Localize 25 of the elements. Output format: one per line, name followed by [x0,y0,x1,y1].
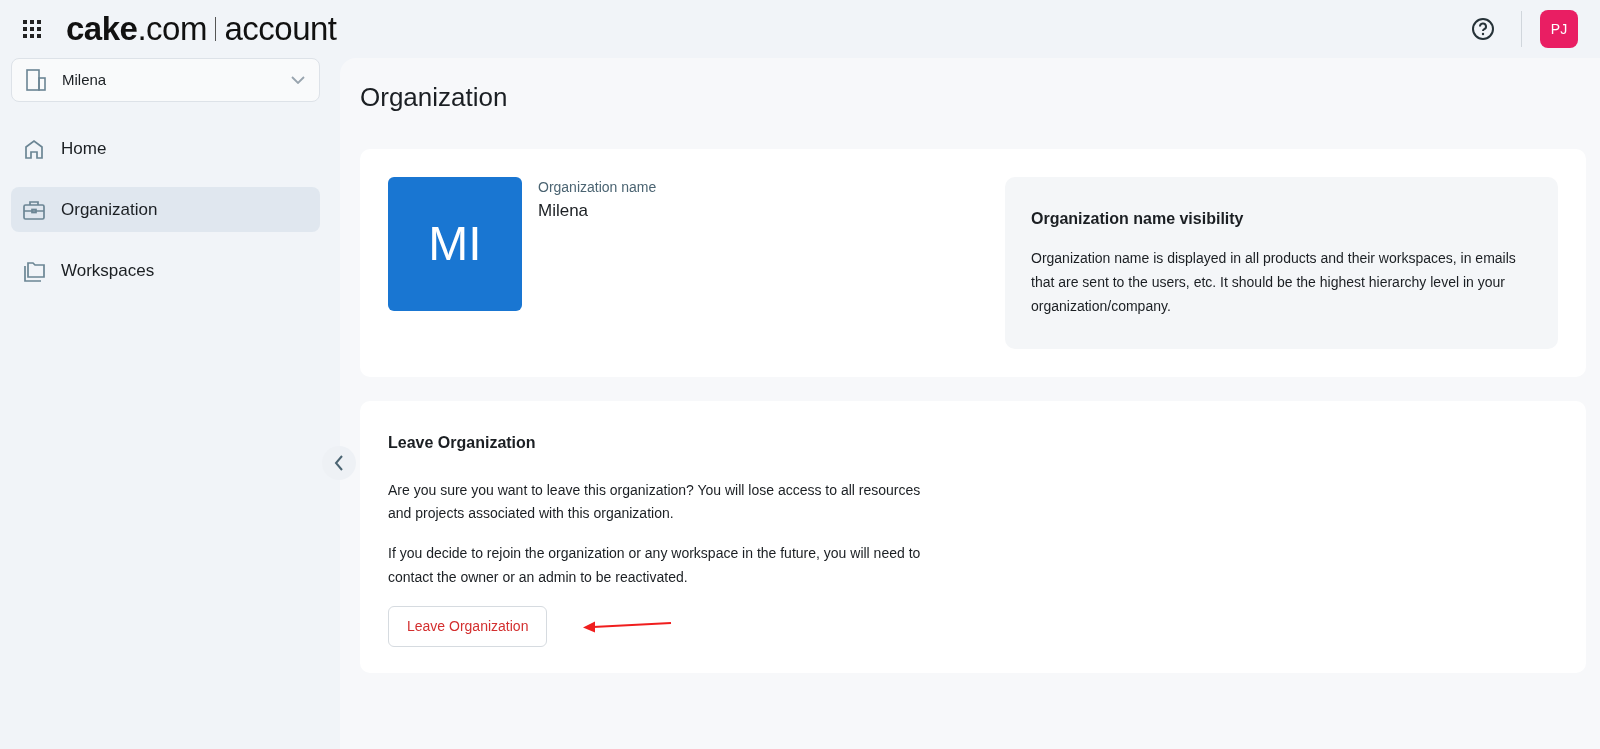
logo-product: account [224,9,337,50]
user-avatar[interactable]: PJ [1540,10,1578,48]
info-text: Organization name is displayed in all products and their workspaces, in emails that are sent to the users, etc. It should be the highest hierarchy level in your organization/company. [1031,249,1517,316]
nav-item[interactable]: Organization [11,187,320,232]
page-title: Organization [360,82,509,114]
field-value: Milena [538,200,590,223]
chevron-down-icon [291,76,305,84]
section-title: Leave Organization [388,432,537,453]
home-icon [23,137,45,160]
apps-grid-icon[interactable] [22,19,42,39]
paragraph: Are you sure you want to leave this organization? You will lose access to all resources and projects associated with this organization. [388,480,922,524]
building-icon [26,69,46,91]
paragraph: If you decide to rejoin the organization or any workspace in the future, you will need to contact the owner or an admin to be reactivated. [388,544,922,587]
logo-brand: cake.com [66,9,207,50]
organization-logo: MI [388,177,522,312]
folders-icon [23,259,45,282]
field-label: Organization name [538,178,657,198]
help-icon[interactable] [1471,17,1495,41]
nav-item[interactable]: Workspaces [11,248,320,293]
leave-organization-button[interactable]: Leave Organization [388,605,548,647]
info-title: Organization name visibility [1031,209,1245,230]
nav-item[interactable]: Home [11,126,320,171]
chevron-left-icon [334,455,344,471]
briefcase-icon [23,198,45,221]
organization-selector[interactable]: Milena [11,58,320,102]
